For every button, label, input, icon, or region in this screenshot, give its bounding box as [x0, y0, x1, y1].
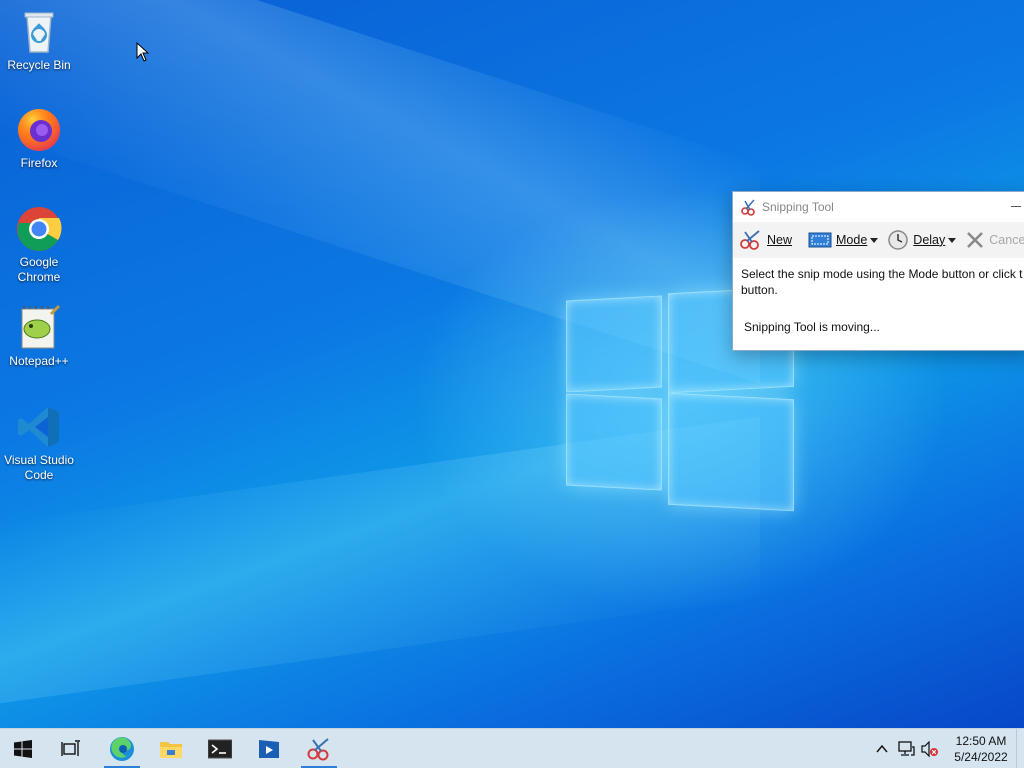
taskbar: 12:50 AM 5/24/2022	[0, 728, 1024, 768]
terminal-icon	[208, 739, 232, 759]
minimize-button[interactable]	[1009, 198, 1023, 212]
network-button[interactable]	[894, 729, 918, 768]
desktop-icon-firefox[interactable]: Firefox	[1, 106, 77, 171]
mode-button-label: Mode	[836, 233, 868, 247]
mode-button[interactable]: Mode	[805, 226, 870, 254]
snipping-toolbar: New Mode Delay Cance	[733, 222, 1024, 258]
taskbar-terminal[interactable]	[200, 729, 240, 768]
recycle-bin-icon	[15, 8, 63, 56]
new-snip-icon	[740, 230, 760, 250]
edge-icon	[110, 737, 134, 761]
clock-date: 5/24/2022	[954, 750, 1008, 764]
taskbar-edge[interactable]	[102, 729, 142, 768]
show-hidden-icons-button[interactable]	[870, 729, 894, 768]
start-button[interactable]	[3, 729, 43, 768]
taskbar-file-explorer[interactable]	[151, 729, 191, 768]
desktop-icon-label: Google Chrome	[17, 255, 61, 284]
delay-button-label: Delay	[913, 233, 946, 247]
task-view-button[interactable]	[51, 729, 91, 768]
chevron-up-icon	[876, 744, 888, 753]
desktop-icon-chrome[interactable]: Google Chrome	[1, 205, 77, 285]
taskbar-media-player[interactable]	[249, 729, 289, 768]
clock-time: 12:50 AM	[955, 734, 1007, 748]
cancel-x-icon	[967, 232, 984, 248]
mouse-pointer-icon	[136, 42, 150, 62]
snipping-tool-body: Select the snip mode using the Mode butt…	[733, 258, 1024, 298]
taskbar-snipping-tool[interactable]	[299, 729, 339, 768]
new-button-label: New	[767, 233, 793, 247]
desktop-icon-recycle-bin[interactable]: Recycle Bin	[1, 8, 77, 73]
status-text: Snipping Tool is moving...	[744, 320, 880, 334]
clock-icon	[888, 230, 909, 250]
desktop-icon-label: Recycle Bin	[7, 58, 71, 72]
system-tray: 12:50 AM 5/24/2022	[870, 729, 1024, 768]
snipping-tool-icon	[741, 199, 755, 216]
delay-button[interactable]: Delay	[884, 226, 948, 254]
network-icon	[898, 741, 915, 756]
volume-button[interactable]	[918, 729, 942, 768]
task-view-icon	[61, 740, 80, 756]
desktop-icon-label: Visual Studio Code	[4, 453, 74, 482]
cancel-button-label: Cancel	[989, 233, 1024, 247]
firefox-icon	[15, 106, 63, 154]
show-desktop-button[interactable]	[1016, 729, 1024, 768]
snipping-tool-window[interactable]: Snipping Tool New Mode Delay Cance Selec…	[732, 191, 1024, 351]
rectangle-mode-icon	[808, 232, 832, 248]
notepad-plus-plus-icon	[15, 304, 63, 352]
media-player-icon	[259, 740, 279, 758]
clock[interactable]: 12:50 AM 5/24/2022	[946, 729, 1016, 768]
window-title-bar[interactable]: Snipping Tool	[733, 192, 1024, 222]
desktop-icon-notepad-plus-plus[interactable]: Notepad++	[1, 304, 77, 369]
desktop-icon-vscode[interactable]: Visual Studio Code	[1, 403, 77, 483]
desktop-icon-label: Firefox	[20, 156, 58, 170]
cancel-button[interactable]: Cancel	[962, 226, 1024, 254]
mode-dropdown-arrow[interactable]	[870, 226, 878, 254]
vscode-icon	[15, 403, 63, 451]
chrome-icon	[15, 205, 63, 253]
desktop: Recycle Bin Firefox Google Chrome Notepa…	[0, 0, 1024, 728]
new-button[interactable]: New	[736, 226, 795, 254]
instructions-line: button.	[741, 283, 778, 297]
delay-dropdown-arrow[interactable]	[948, 226, 956, 254]
volume-muted-icon	[921, 741, 938, 757]
desktop-icon-label: Notepad++	[9, 354, 69, 368]
instructions-line: Select the snip mode using the Mode butt…	[741, 267, 1023, 281]
snipping-tool-icon	[307, 738, 329, 761]
folder-icon	[160, 742, 182, 758]
window-title: Snipping Tool	[762, 200, 834, 214]
windows-start-icon	[14, 740, 32, 758]
